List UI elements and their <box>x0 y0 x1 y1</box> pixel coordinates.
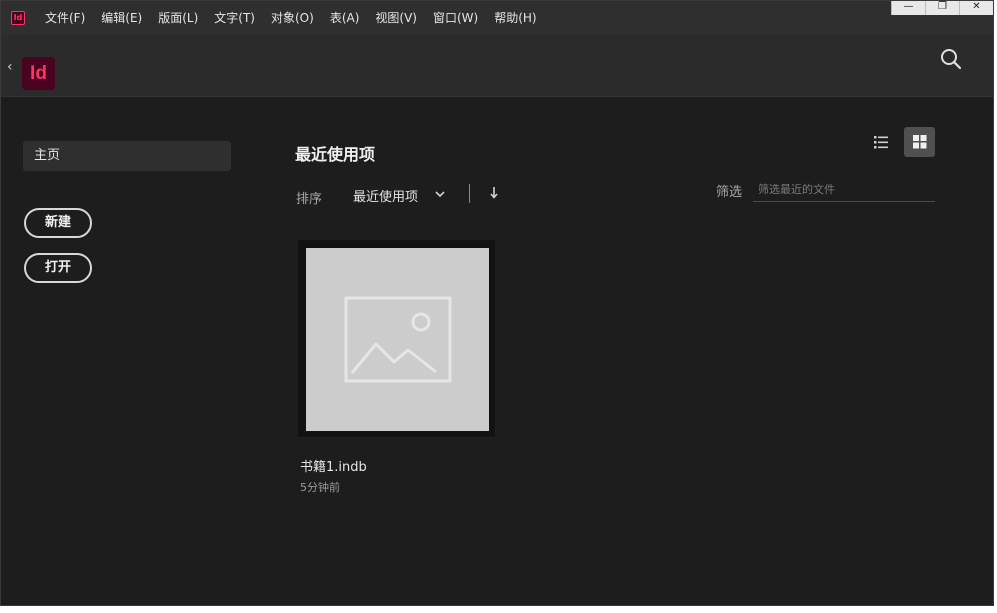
menu-file[interactable]: 文件(F) <box>37 1 93 35</box>
file-modified-time: 5分钟前 <box>300 481 340 494</box>
indesign-logo: Id <box>22 57 55 90</box>
collapse-chevron-icon[interactable]: ‹ <box>7 59 13 75</box>
menu-object[interactable]: 对象(O) <box>263 1 322 35</box>
sort-label: 排序 <box>296 192 323 207</box>
menu-table[interactable]: 表(A) <box>322 1 368 35</box>
minimize-button[interactable]: — <box>891 1 925 15</box>
menu-edit[interactable]: 编辑(E) <box>93 1 150 35</box>
arrow-down-icon[interactable] <box>488 185 500 201</box>
sort-divider <box>469 184 470 203</box>
sort-dropdown[interactable]: 最近使用项 <box>353 186 418 205</box>
app-mini-icon: Id <box>11 11 25 25</box>
menu-help[interactable]: 帮助(H) <box>486 1 544 35</box>
recent-file-card[interactable] <box>298 240 495 437</box>
list-view-icon[interactable] <box>867 128 895 156</box>
grid-view-icon[interactable] <box>904 127 935 157</box>
close-button[interactable]: ✕ <box>959 1 993 15</box>
maximize-button[interactable]: ❐ <box>925 1 959 15</box>
chevron-down-icon[interactable] <box>433 187 447 201</box>
sidebar-item-home[interactable]: 主页 <box>23 141 231 171</box>
indesign-window: Id 文件(F) 编辑(E) 版面(L) 文字(T) 对象(O) 表(A) 视图… <box>0 0 994 606</box>
menu-view[interactable]: 视图(V) <box>367 1 425 35</box>
search-icon[interactable] <box>939 47 963 71</box>
file-name[interactable]: 书籍1.indb <box>300 456 367 475</box>
page-title: 最近使用项 <box>295 145 376 164</box>
menu-type[interactable]: 文字(T) <box>206 1 263 35</box>
home-header: ‹ Id <box>1 35 993 97</box>
menu-bar: Id 文件(F) 编辑(E) 版面(L) 文字(T) 对象(O) 表(A) 视图… <box>1 1 993 35</box>
new-button[interactable]: 新建 <box>24 208 92 238</box>
image-placeholder-icon <box>344 296 452 383</box>
filter-input[interactable] <box>753 177 935 202</box>
filter-label: 筛选 <box>716 185 743 200</box>
menu-window[interactable]: 窗口(W) <box>425 1 486 35</box>
file-thumbnail <box>306 248 489 431</box>
open-button[interactable]: 打开 <box>24 253 92 283</box>
window-controls: — ❐ ✕ <box>891 1 993 15</box>
menu-layout[interactable]: 版面(L) <box>150 1 206 35</box>
